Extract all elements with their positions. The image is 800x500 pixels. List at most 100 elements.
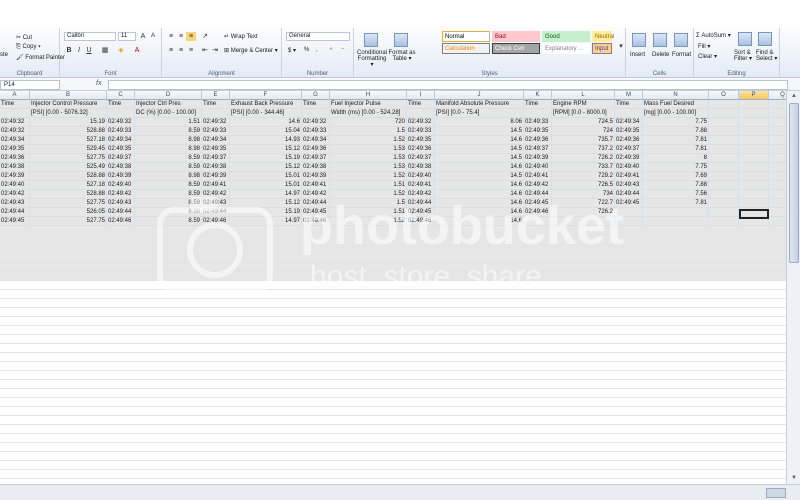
table-cell[interactable]: 02:49:39 (202, 172, 230, 181)
table-cell[interactable]: 02:49:32 (0, 127, 30, 136)
format-painter-button[interactable]: 🖌 Format Painter (16, 54, 65, 61)
table-cell[interactable] (739, 181, 769, 190)
table-cell[interactable]: 02:49:40 (0, 181, 30, 190)
table-cell[interactable] (0, 109, 30, 118)
delete-button[interactable]: Delete (652, 52, 669, 58)
table-cell[interactable]: 02:49:42 (0, 190, 30, 199)
table-cell[interactable]: 02:49:33 (524, 118, 552, 127)
italic-button[interactable]: I (74, 46, 84, 55)
table-cell[interactable]: 02:49:36 (524, 136, 552, 145)
table-cell[interactable]: 02:49:34 (202, 136, 230, 145)
column-header[interactable]: L (552, 91, 615, 100)
table-cell[interactable]: 02:49:41 (407, 181, 435, 190)
table-cell[interactable]: Time (107, 100, 135, 109)
table-cell[interactable] (769, 136, 786, 145)
table-cell[interactable]: 02:49:39 (302, 172, 330, 181)
table-cell[interactable]: 15.12 (230, 145, 302, 154)
table-cell[interactable]: 1.52 (330, 217, 407, 226)
vertical-scroll-thumb[interactable] (789, 103, 799, 263)
table-cell[interactable]: 02:49:33 (302, 127, 330, 136)
table-cell[interactable] (709, 217, 739, 226)
table-cell[interactable]: 1.51 (135, 118, 202, 127)
table-cell[interactable] (709, 118, 739, 127)
table-cell[interactable]: 02:49:44 (202, 208, 230, 217)
table-cell[interactable]: 8.59 (135, 163, 202, 172)
table-cell[interactable]: 8.59 (135, 190, 202, 199)
cell-style-option[interactable]: Check Cell (492, 43, 540, 54)
table-cell[interactable]: 02:49:35 (107, 145, 135, 154)
table-cell[interactable]: 1.53 (330, 145, 407, 154)
conditional-formatting-button[interactable]: Conditional Formatting ▾ (356, 50, 388, 68)
bold-button[interactable]: B (64, 46, 74, 55)
table-cell[interactable]: 02:49:37 (615, 145, 643, 154)
column-header[interactable]: H (330, 91, 407, 100)
decrease-decimal-icon[interactable]: ⁻ (338, 46, 348, 55)
table-cell[interactable] (739, 163, 769, 172)
table-cell[interactable]: 02:49:46 (302, 217, 330, 226)
format-as-table-button[interactable]: Format as Table ▾ (388, 50, 416, 62)
table-cell[interactable]: 02:49:40 (107, 181, 135, 190)
table-cell[interactable]: Injector Ctrl Pres (135, 100, 202, 109)
table-cell[interactable]: 1.51 (330, 208, 407, 217)
copy-button[interactable]: ⎘ Copy ▾ (16, 44, 41, 51)
table-cell[interactable]: [RPM] [0.0 - 8000.0] (552, 109, 615, 118)
table-cell[interactable] (769, 118, 786, 127)
table-cell[interactable]: 528.88 (30, 172, 107, 181)
table-cell[interactable]: 14.5 (435, 154, 524, 163)
table-cell[interactable] (739, 100, 769, 109)
formula-input[interactable] (108, 80, 788, 90)
table-cell[interactable]: 15.04 (230, 127, 302, 136)
table-cell[interactable]: 7.56 (643, 190, 709, 199)
table-cell[interactable]: 8.98 (135, 172, 202, 181)
table-cell[interactable] (739, 127, 769, 136)
table-cell[interactable]: 02:49:32 (202, 118, 230, 127)
fill-color-icon[interactable]: ◈ (116, 46, 126, 55)
table-cell[interactable]: 02:49:45 (524, 199, 552, 208)
column-header[interactable]: Q (769, 91, 786, 100)
table-cell[interactable]: 02:49:36 (615, 136, 643, 145)
table-cell[interactable]: 7.75 (643, 118, 709, 127)
column-header[interactable]: I (407, 91, 435, 100)
table-cell[interactable]: 02:49:42 (524, 181, 552, 190)
font-color-icon[interactable]: A (132, 46, 142, 55)
table-cell[interactable] (709, 154, 739, 163)
orientation-icon[interactable]: ↗ (200, 32, 210, 41)
cell-style-option[interactable]: Explanatory ... (542, 43, 590, 54)
column-header[interactable]: O (709, 91, 739, 100)
table-cell[interactable]: 02:49:35 (407, 136, 435, 145)
font-name-select[interactable]: Calibri (64, 32, 116, 41)
table-cell[interactable]: 529.45 (30, 145, 107, 154)
table-cell[interactable]: 02:49:45 (0, 217, 30, 226)
table-cell[interactable]: 7.81 (643, 136, 709, 145)
table-cell[interactable]: Fuel Injector Pulse (330, 100, 407, 109)
table-cell[interactable] (709, 172, 739, 181)
table-cell[interactable]: 15.01 (230, 172, 302, 181)
table-cell[interactable]: 02:49:45 (615, 199, 643, 208)
table-cell[interactable]: 02:49:33 (407, 127, 435, 136)
table-cell[interactable]: Time (302, 100, 330, 109)
table-cell[interactable]: 14.6 (435, 181, 524, 190)
table-cell[interactable] (524, 109, 552, 118)
table-cell[interactable] (709, 145, 739, 154)
table-cell[interactable]: 8.59 (135, 199, 202, 208)
table-cell[interactable]: 15.19 (230, 208, 302, 217)
table-cell[interactable] (709, 136, 739, 145)
table-cell[interactable]: 02:49:42 (407, 190, 435, 199)
table-cell[interactable]: Time (407, 100, 435, 109)
table-cell[interactable]: Time (202, 100, 230, 109)
table-cell[interactable] (769, 109, 786, 118)
table-cell[interactable] (739, 109, 769, 118)
column-header[interactable]: M (615, 91, 643, 100)
table-cell[interactable] (407, 109, 435, 118)
table-cell[interactable]: 724.5 (552, 118, 615, 127)
table-cell[interactable]: 02:49:43 (0, 199, 30, 208)
table-cell[interactable]: 15.19 (30, 118, 107, 127)
column-header[interactable]: E (202, 91, 230, 100)
table-cell[interactable]: 02:49:46 (202, 217, 230, 226)
table-cell[interactable]: 02:49:33 (107, 127, 135, 136)
insert-function-icon[interactable]: fx (96, 80, 101, 87)
gallery-more-icon[interactable]: ▾ (616, 42, 626, 51)
table-cell[interactable]: 527.75 (30, 199, 107, 208)
table-cell[interactable]: 8 (643, 154, 709, 163)
table-cell[interactable]: 14.6 (435, 208, 524, 217)
